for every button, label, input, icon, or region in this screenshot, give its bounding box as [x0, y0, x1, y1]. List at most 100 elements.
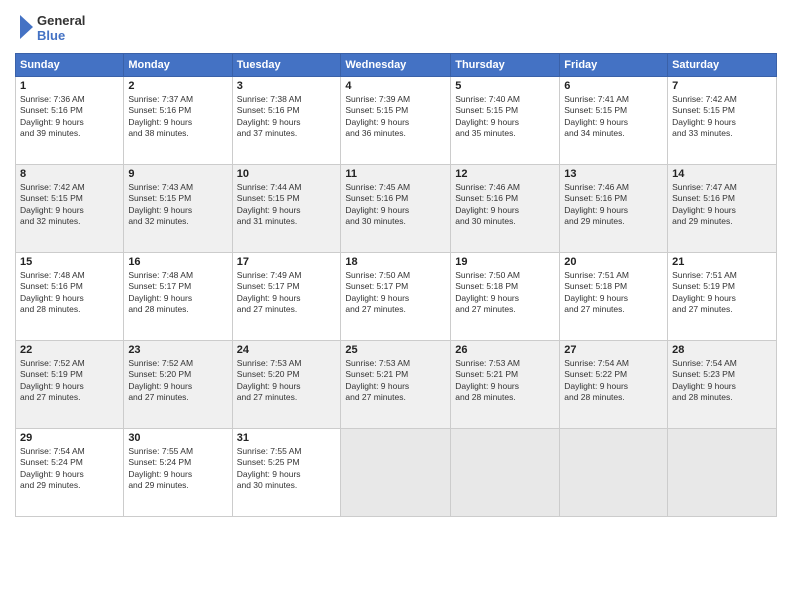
day-detail: Sunrise: 7:40 AMSunset: 5:15 PMDaylight:…	[455, 94, 555, 140]
day-number: 15	[20, 256, 119, 268]
calendar-week-row: 22Sunrise: 7:52 AMSunset: 5:19 PMDayligh…	[16, 341, 777, 429]
calendar-cell: 1 Sunrise: 7:36 AMSunset: 5:16 PMDaylight…	[16, 77, 124, 165]
day-of-week-saturday: Saturday	[668, 54, 777, 77]
calendar-week-row: 29 Sunrise: 7:54 AMSunset: 5:24 PMDayligh…	[16, 429, 777, 517]
day-detail: Sunrise: 7:55 AMSunset: 5:24 PMDaylight:…	[128, 446, 227, 492]
day-detail: Sunrise: 7:52 AMSunset: 5:19 PMDaylight:…	[20, 358, 119, 404]
logo: GeneralBlue	[15, 10, 95, 45]
day-number: 20	[564, 256, 663, 268]
day-detail: Sunrise: 7:43 AMSunset: 5:15 PMDaylight:…	[128, 182, 227, 228]
calendar-cell	[560, 429, 668, 517]
day-detail: Sunrise: 7:50 AMSunset: 5:18 PMDaylight:…	[455, 270, 555, 316]
day-detail: Sunrise: 7:44 AMSunset: 5:15 PMDaylight:…	[237, 182, 337, 228]
day-detail: Sunrise: 7:39 AMSunset: 5:15 PMDaylight:…	[345, 94, 446, 140]
calendar-cell: 6 Sunrise: 7:41 AMSunset: 5:15 PMDaylight…	[560, 77, 668, 165]
calendar-cell: 29 Sunrise: 7:54 AMSunset: 5:24 PMDayligh…	[16, 429, 124, 517]
day-number: 30	[128, 432, 227, 444]
calendar-cell: 22Sunrise: 7:52 AMSunset: 5:19 PMDayligh…	[16, 341, 124, 429]
day-detail: Sunrise: 7:55 AMSunset: 5:25 PMDaylight:…	[237, 446, 337, 492]
day-detail: Sunrise: 7:53 AMSunset: 5:21 PMDaylight:…	[455, 358, 555, 404]
day-number: 21	[672, 256, 772, 268]
day-detail: Sunrise: 7:45 AMSunset: 5:16 PMDaylight:…	[345, 182, 446, 228]
calendar-header: SundayMondayTuesdayWednesdayThursdayFrid…	[16, 54, 777, 77]
calendar-table: SundayMondayTuesdayWednesdayThursdayFrid…	[15, 53, 777, 517]
day-detail: Sunrise: 7:46 AMSunset: 5:16 PMDaylight:…	[564, 182, 663, 228]
day-of-week-monday: Monday	[124, 54, 232, 77]
day-number: 3	[237, 80, 337, 92]
calendar-cell	[668, 429, 777, 517]
calendar-week-row: 1 Sunrise: 7:36 AMSunset: 5:16 PMDaylight…	[16, 77, 777, 165]
day-detail: Sunrise: 7:50 AMSunset: 5:17 PMDaylight:…	[345, 270, 446, 316]
day-detail: Sunrise: 7:42 AMSunset: 5:15 PMDaylight:…	[672, 94, 772, 140]
header: GeneralBlue	[15, 10, 777, 45]
day-detail: Sunrise: 7:54 AMSunset: 5:22 PMDaylight:…	[564, 358, 663, 404]
day-number: 12	[455, 168, 555, 180]
calendar-cell: 5Sunrise: 7:40 AMSunset: 5:15 PMDaylight…	[451, 77, 560, 165]
calendar-cell: 7Sunrise: 7:42 AMSunset: 5:15 PMDaylight…	[668, 77, 777, 165]
day-number: 16	[128, 256, 227, 268]
day-detail: Sunrise: 7:46 AMSunset: 5:16 PMDaylight:…	[455, 182, 555, 228]
calendar-cell: 23 Sunrise: 7:52 AMSunset: 5:20 PMDayligh…	[124, 341, 232, 429]
calendar-cell: 8 Sunrise: 7:42 AMSunset: 5:15 PMDaylight…	[16, 165, 124, 253]
calendar-cell: 13 Sunrise: 7:46 AMSunset: 5:16 PMDayligh…	[560, 165, 668, 253]
day-number: 11	[345, 168, 446, 180]
day-number: 6	[564, 80, 663, 92]
calendar-cell: 26Sunrise: 7:53 AMSunset: 5:21 PMDayligh…	[451, 341, 560, 429]
day-number: 17	[237, 256, 337, 268]
day-number: 25	[345, 344, 446, 356]
calendar-cell	[451, 429, 560, 517]
day-detail: Sunrise: 7:51 AMSunset: 5:18 PMDaylight:…	[564, 270, 663, 316]
day-number: 14	[672, 168, 772, 180]
day-number: 23	[128, 344, 227, 356]
day-number: 31	[237, 432, 337, 444]
day-number: 29	[20, 432, 119, 444]
day-detail: Sunrise: 7:48 AMSunset: 5:17 PMDaylight:…	[128, 270, 227, 316]
day-detail: Sunrise: 7:41 AMSunset: 5:15 PMDaylight:…	[564, 94, 663, 140]
calendar-cell: 11 Sunrise: 7:45 AMSunset: 5:16 PMDayligh…	[341, 165, 451, 253]
calendar-cell: 16 Sunrise: 7:48 AMSunset: 5:17 PMDayligh…	[124, 253, 232, 341]
calendar-week-row: 15 Sunrise: 7:48 AMSunset: 5:16 PMDayligh…	[16, 253, 777, 341]
day-number: 18	[345, 256, 446, 268]
day-number: 2	[128, 80, 227, 92]
page: GeneralBlue SundayMondayTuesdayWednesday…	[0, 0, 792, 612]
day-of-week-sunday: Sunday	[16, 54, 124, 77]
calendar-cell: 3 Sunrise: 7:38 AMSunset: 5:16 PMDaylight…	[232, 77, 341, 165]
day-detail: Sunrise: 7:52 AMSunset: 5:20 PMDaylight:…	[128, 358, 227, 404]
calendar-week-row: 8 Sunrise: 7:42 AMSunset: 5:15 PMDaylight…	[16, 165, 777, 253]
calendar-cell: 25 Sunrise: 7:53 AMSunset: 5:21 PMDayligh…	[341, 341, 451, 429]
logo-svg: GeneralBlue	[15, 10, 95, 45]
day-detail: Sunrise: 7:36 AMSunset: 5:16 PMDaylight:…	[20, 94, 119, 140]
day-detail: Sunrise: 7:53 AMSunset: 5:21 PMDaylight:…	[345, 358, 446, 404]
day-detail: Sunrise: 7:38 AMSunset: 5:16 PMDaylight:…	[237, 94, 337, 140]
calendar-cell: 2Sunrise: 7:37 AMSunset: 5:16 PMDaylight…	[124, 77, 232, 165]
calendar-cell: 12 Sunrise: 7:46 AMSunset: 5:16 PMDayligh…	[451, 165, 560, 253]
calendar-body: 1 Sunrise: 7:36 AMSunset: 5:16 PMDaylight…	[16, 77, 777, 517]
day-detail: Sunrise: 7:54 AMSunset: 5:24 PMDaylight:…	[20, 446, 119, 492]
calendar-cell: 24Sunrise: 7:53 AMSunset: 5:20 PMDayligh…	[232, 341, 341, 429]
svg-text:Blue: Blue	[37, 28, 65, 43]
calendar-cell: 14 Sunrise: 7:47 AMSunset: 5:16 PMDayligh…	[668, 165, 777, 253]
day-number: 4	[345, 80, 446, 92]
day-detail: Sunrise: 7:49 AMSunset: 5:17 PMDaylight:…	[237, 270, 337, 316]
calendar-cell: 10Sunrise: 7:44 AMSunset: 5:15 PMDayligh…	[232, 165, 341, 253]
day-number: 8	[20, 168, 119, 180]
day-of-week-wednesday: Wednesday	[341, 54, 451, 77]
calendar-cell: 21Sunrise: 7:51 AMSunset: 5:19 PMDayligh…	[668, 253, 777, 341]
calendar-cell: 27 Sunrise: 7:54 AMSunset: 5:22 PMDayligh…	[560, 341, 668, 429]
day-number: 27	[564, 344, 663, 356]
day-detail: Sunrise: 7:47 AMSunset: 5:16 PMDaylight:…	[672, 182, 772, 228]
calendar-cell: 30 Sunrise: 7:55 AMSunset: 5:24 PMDayligh…	[124, 429, 232, 517]
calendar-cell: 17 Sunrise: 7:49 AMSunset: 5:17 PMDayligh…	[232, 253, 341, 341]
day-number: 13	[564, 168, 663, 180]
calendar-cell: 9Sunrise: 7:43 AMSunset: 5:15 PMDaylight…	[124, 165, 232, 253]
calendar-cell: 18 Sunrise: 7:50 AMSunset: 5:17 PMDayligh…	[341, 253, 451, 341]
day-detail: Sunrise: 7:48 AMSunset: 5:16 PMDaylight:…	[20, 270, 119, 316]
calendar-cell: 15 Sunrise: 7:48 AMSunset: 5:16 PMDayligh…	[16, 253, 124, 341]
svg-text:General: General	[37, 13, 85, 28]
calendar-cell: 20 Sunrise: 7:51 AMSunset: 5:18 PMDayligh…	[560, 253, 668, 341]
day-number: 24	[237, 344, 337, 356]
day-detail: Sunrise: 7:42 AMSunset: 5:15 PMDaylight:…	[20, 182, 119, 228]
day-detail: Sunrise: 7:54 AMSunset: 5:23 PMDaylight:…	[672, 358, 772, 404]
day-number: 1	[20, 80, 119, 92]
day-number: 19	[455, 256, 555, 268]
